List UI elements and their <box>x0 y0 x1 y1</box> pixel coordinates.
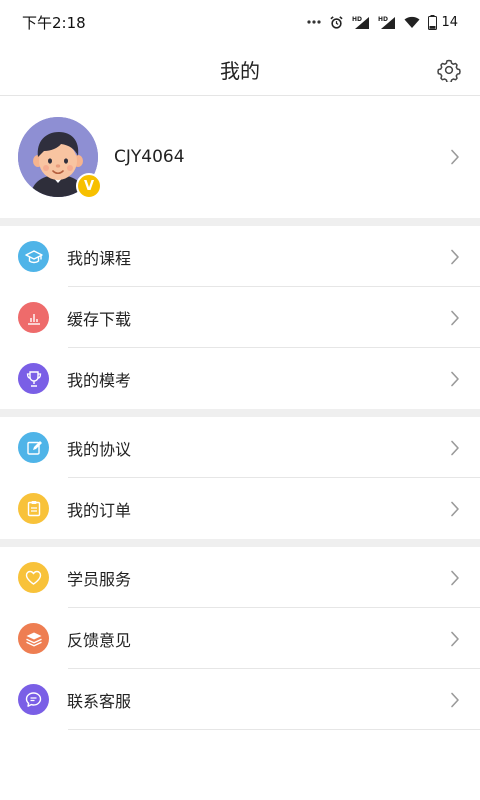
edit-document-icon <box>18 432 49 463</box>
svg-text:HD: HD <box>378 16 388 23</box>
chat-bubble-icon <box>18 684 49 715</box>
chevron-right-icon <box>448 569 462 587</box>
bar-chart-icon <box>18 302 49 333</box>
menu-label: 反馈意见 <box>67 630 132 650</box>
menu-label: 联系客服 <box>67 691 132 711</box>
more-dots-icon <box>307 20 322 24</box>
menu-label: 我的模考 <box>67 370 132 390</box>
menu-label: 学员服务 <box>67 569 132 589</box>
status-icons: HD HD 14 <box>307 14 458 30</box>
section-separator <box>0 218 480 226</box>
graduation-cap-icon <box>18 241 49 272</box>
menu-item-cache-download[interactable]: 缓存下载 <box>0 287 480 348</box>
alarm-icon <box>329 15 344 30</box>
stack-icon <box>18 623 49 654</box>
clipboard-icon <box>18 493 49 524</box>
settings-button[interactable] <box>436 57 462 83</box>
battery-icon <box>428 14 438 30</box>
menu-item-my-courses[interactable]: 我的课程 <box>0 226 480 287</box>
gear-icon <box>437 59 461 82</box>
chevron-right-icon <box>448 309 462 327</box>
menu-item-my-mock-exam[interactable]: 我的模考 <box>0 348 480 409</box>
nav-bar: 我的 <box>0 44 480 96</box>
menu-label: 缓存下载 <box>67 309 132 329</box>
menu-item-my-orders[interactable]: 我的订单 <box>0 478 480 539</box>
chevron-right-icon <box>448 248 462 266</box>
trophy-icon <box>18 363 49 394</box>
heart-icon <box>18 562 49 593</box>
avatar-wrapper: V <box>18 117 102 199</box>
chevron-right-icon <box>448 500 462 518</box>
chevron-right-icon <box>448 370 462 388</box>
chevron-right-icon <box>448 439 462 457</box>
page-title: 我的 <box>220 59 260 83</box>
signal-hd-icon-2: HD <box>378 15 396 30</box>
menu-item-student-service[interactable]: 学员服务 <box>0 547 480 608</box>
profile-row[interactable]: V CJY4064 <box>0 96 480 218</box>
vip-badge: V <box>76 173 102 199</box>
wifi-icon <box>404 16 420 29</box>
status-bar: 下午2:18 HD HD 14 <box>0 0 480 44</box>
battery-level: 14 <box>441 14 458 30</box>
svg-text:HD: HD <box>352 16 362 23</box>
menu-label: 我的课程 <box>67 248 132 268</box>
signal-hd-icon-1: HD <box>352 15 370 30</box>
chevron-right-icon <box>448 691 462 709</box>
status-time: 下午2:18 <box>22 13 86 32</box>
menu-label: 我的订单 <box>67 500 132 520</box>
username: CJY4064 <box>114 147 185 167</box>
chevron-right-icon <box>448 148 462 166</box>
section-separator <box>0 409 480 417</box>
menu-item-contact-support[interactable]: 联系客服 <box>0 669 480 730</box>
chevron-right-icon <box>448 630 462 648</box>
menu-item-feedback[interactable]: 反馈意见 <box>0 608 480 669</box>
menu-item-my-agreement[interactable]: 我的协议 <box>0 417 480 478</box>
section-separator <box>0 539 480 547</box>
menu-label: 我的协议 <box>67 439 132 459</box>
